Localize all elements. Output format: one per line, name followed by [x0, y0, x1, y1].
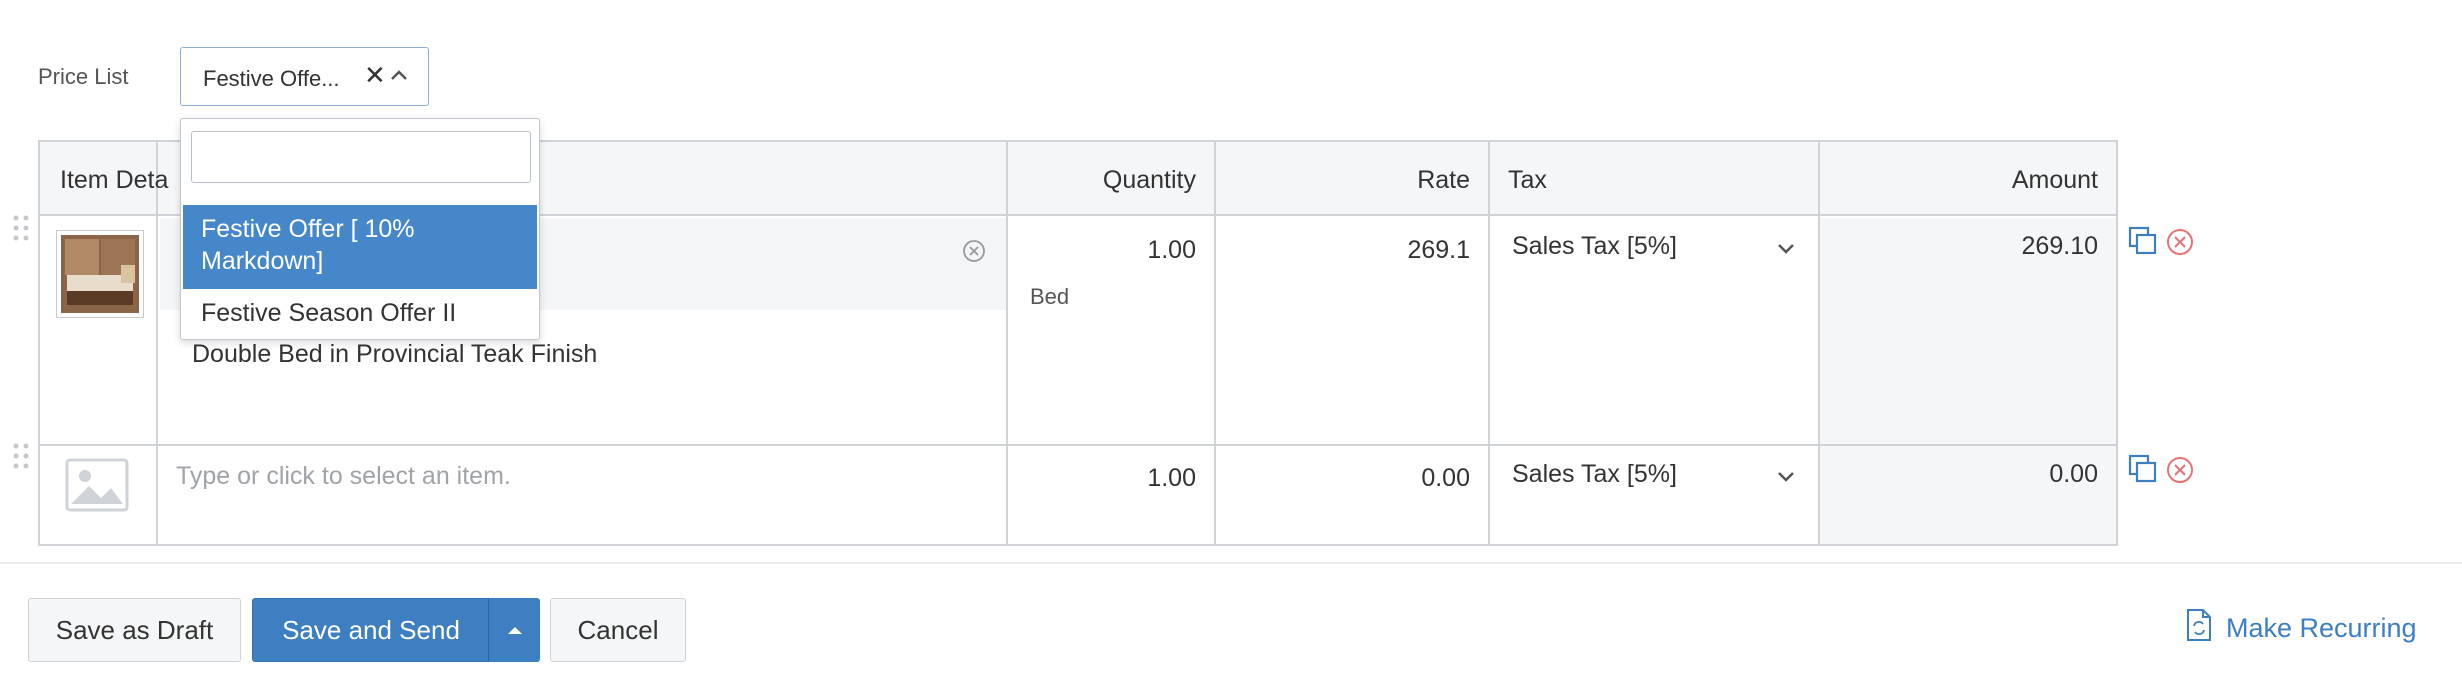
dropdown-option-festive-offer[interactable]: Festive Offer [ 10% Markdown]: [183, 205, 537, 289]
row2-quantity[interactable]: 1.00: [1008, 464, 1196, 493]
amount-column-bg: [1819, 218, 2116, 544]
cancel-button[interactable]: Cancel: [550, 598, 686, 662]
remove-circle-icon[interactable]: [2166, 228, 2194, 261]
remove-circle-icon[interactable]: [2166, 456, 2194, 489]
caret-up-icon: [508, 627, 522, 634]
row1-rate[interactable]: 269.1: [1216, 236, 1470, 265]
row1-quantity[interactable]: 1.00: [1008, 236, 1196, 265]
row1-amount: 269.10: [2021, 232, 2098, 260]
header-amount: Amount: [2011, 166, 2098, 194]
save-and-send-dropdown-toggle[interactable]: [488, 598, 540, 662]
chevron-up-icon[interactable]: [390, 68, 408, 87]
drag-handle-icon[interactable]: [12, 214, 30, 246]
row1-tax[interactable]: Sales Tax [5%]: [1512, 232, 1677, 261]
recurring-document-icon: [2186, 608, 2212, 649]
price-list-value: Festive Offe...: [203, 66, 340, 91]
dropdown-option-festive-season-offer[interactable]: Festive Season Offer II: [183, 289, 537, 337]
image-placeholder-icon[interactable]: [65, 458, 129, 512]
footer-divider: [0, 562, 2462, 564]
clear-circle-icon[interactable]: [961, 238, 987, 269]
save-and-send-button[interactable]: Save and Send: [252, 598, 490, 662]
copy-icon[interactable]: [2128, 454, 2158, 489]
dropdown-search-input[interactable]: [191, 131, 531, 183]
header-quantity: Quantity: [1102, 166, 1196, 194]
row2-tax[interactable]: Sales Tax [5%]: [1512, 460, 1677, 489]
make-recurring-link[interactable]: Make Recurring: [2186, 608, 2417, 649]
drag-handle-icon[interactable]: [12, 442, 30, 474]
chevron-down-icon[interactable]: [1776, 242, 1796, 261]
header-rate: Rate: [1417, 166, 1470, 194]
row1-unit: Bed: [1030, 284, 1070, 309]
header-item-details: Item Deta: [60, 166, 169, 194]
copy-icon[interactable]: [2128, 226, 2158, 261]
price-list-label: Price List: [38, 64, 129, 89]
item-select-input[interactable]: Type or click to select an item.: [176, 462, 511, 491]
chevron-down-icon[interactable]: [1776, 470, 1796, 489]
header-tax: Tax: [1508, 166, 1547, 194]
row2-rate[interactable]: 0.00: [1216, 464, 1470, 493]
item-description[interactable]: Double Bed in Provincial Teak Finish: [192, 340, 597, 369]
price-list-dropdown: Festive Offer [ 10% Markdown] Festive Se…: [180, 118, 540, 340]
clear-icon[interactable]: ✕: [364, 62, 386, 88]
item-image[interactable]: [56, 230, 144, 318]
save-as-draft-button[interactable]: Save as Draft: [28, 598, 241, 662]
price-list-select[interactable]: Festive Offe... ✕: [180, 47, 429, 106]
row2-amount: 0.00: [2049, 460, 2098, 488]
make-recurring-label: Make Recurring: [2226, 613, 2417, 643]
